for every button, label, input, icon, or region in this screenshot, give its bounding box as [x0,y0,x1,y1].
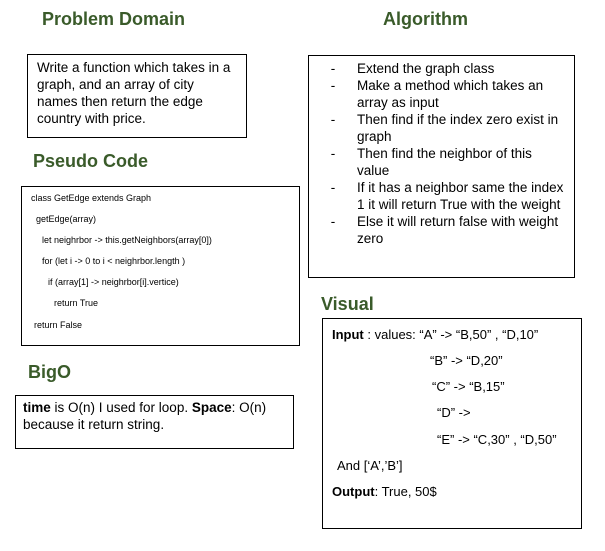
visual-line: “B” -> “D,20” [430,353,503,368]
algorithm-item: - Then find if the index zero exist in gr… [330,112,559,144]
code-line: return False [34,320,83,330]
space-label: Space [191,400,232,415]
code-line: if (array[1] -> neighrbor[i].vertice) [48,277,179,287]
code-line: getEdge(array) [36,214,97,224]
time-label: time [23,400,51,415]
visual-line: “C” -> “B,15” [432,379,505,394]
bigo-box: time is O(n) I used for loop. Space: O(n… [15,395,294,449]
visual-output-line: Output: True, 50$ [332,484,437,499]
visual-line: “E” -> “C,30” , “D,50” [437,432,557,447]
bigo-heading: BigO [28,362,71,382]
algorithm-heading: Algorithm [383,9,468,29]
problem-domain-heading: Problem Domain [42,9,186,29]
code-line: for (let i -> 0 to i < neighrbor.length … [42,256,186,266]
algorithm-box: - Extend the graph class - Make a method w… [308,55,575,278]
visual-and-line: And [‘A’,’B’] [337,458,403,473]
pseudo-code-heading: Pseudo Code [33,151,149,171]
bigo-text: time is O(n) I used for loop. Space: O(n… [23,400,267,432]
algorithm-item: - If it has a neighbor same the index 1 i… [330,180,564,212]
code-line: let neighrbor -> this.getNeighbors(array… [42,235,212,245]
visual-input-line: Input : values: “A” -> “B,50” , “D,10” [332,327,539,342]
visual-line: “D” -> [437,405,471,420]
visual-box: Input : values: “A” -> “B,50” , “D,10” “… [322,318,582,529]
algorithm-list: - Extend the graph class - Make a method w… [309,56,574,247]
problem-domain-text: Write a function which takes in a graph,… [37,60,231,126]
visual-heading: Visual [321,294,374,314]
code-line: return True [54,298,99,308]
algorithm-item: - Make a method which takes an array as i… [330,78,544,110]
code-line: class GetEdge extends Graph [31,193,152,203]
output-label: Output [332,484,375,499]
algorithm-item: - Then find the neighbor of this value [330,146,532,178]
problem-domain-box: Write a function which takes in a graph,… [27,54,247,138]
algorithm-item: - Else it will return false with weight z… [330,214,559,246]
pseudo-code-box: class GetEdge extends Graph getEdge(arra… [21,186,300,346]
algorithm-item: - Extend the graph class [330,61,495,76]
input-label: Input [332,327,364,342]
